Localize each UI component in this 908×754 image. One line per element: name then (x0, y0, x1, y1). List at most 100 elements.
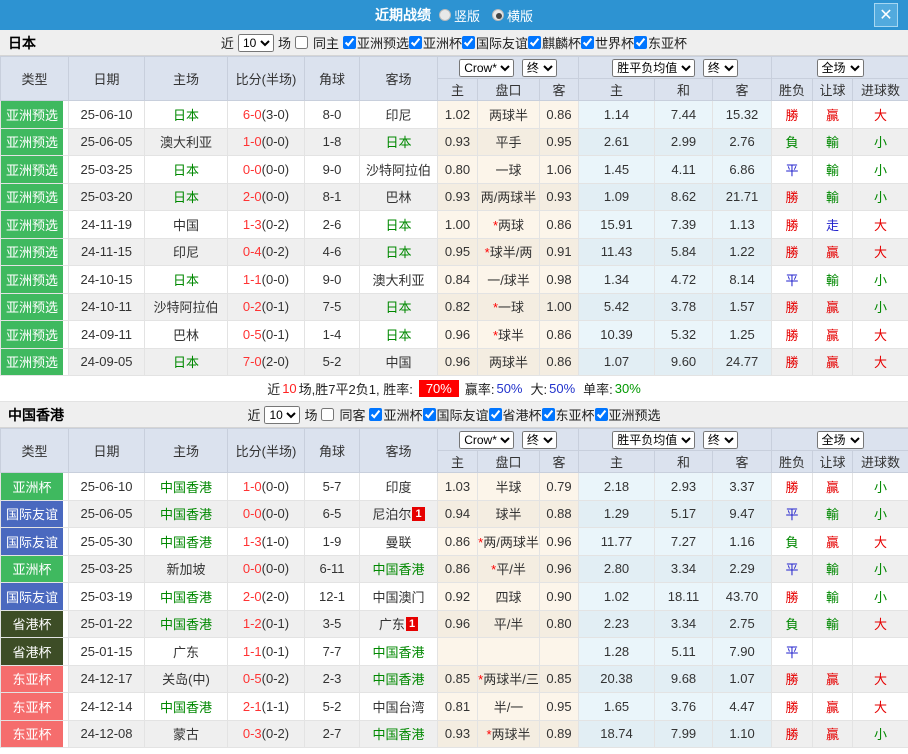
col-corner: 角球 (304, 428, 360, 473)
home-team: 日本 (144, 155, 228, 184)
league-filter[interactable]: 东亚杯 (634, 33, 687, 52)
avg-draw: 3.76 (654, 692, 714, 721)
col-odds-home: 主 (437, 450, 478, 473)
avg-away: 1.57 (712, 292, 773, 321)
result-handicap: 輸 (812, 609, 854, 638)
match-row: 省港杯 25-01-15 广东 1-1(0-1) 7-7 中国香港 1.28 5.11 7.90… (0, 637, 908, 666)
match-date: 25-06-10 (68, 100, 145, 129)
league-label: 世界杯 (595, 36, 635, 51)
league-checkbox[interactable] (462, 36, 475, 49)
result-wdl: 勝 (771, 692, 814, 721)
avg-home: 20.38 (578, 664, 656, 693)
odds-home: 0.92 (437, 582, 478, 611)
avg-home: 2.23 (578, 609, 656, 638)
result-goals: 小 (852, 582, 908, 611)
corner-score: 7-5 (304, 292, 360, 321)
league-filter[interactable]: 亚洲杯 (408, 33, 462, 52)
league-filter[interactable]: 亚洲预选 (342, 33, 409, 52)
odds-final-select[interactable]: 终 (521, 430, 557, 449)
col-home: 主场 (144, 56, 228, 101)
result-wdl: 勝 (771, 182, 814, 211)
avg-home: 2.18 (578, 472, 656, 501)
result-handicap: 贏 (812, 100, 854, 129)
league-checkbox[interactable] (488, 408, 502, 421)
avg-away: 1.13 (712, 210, 773, 239)
odds-home: 0.93 (437, 719, 478, 748)
away-team: 日本 (359, 320, 438, 349)
away-team: 印尼 (359, 100, 438, 129)
league-filter[interactable]: 亚洲预选 (594, 405, 661, 424)
odds-home: 0.96 (437, 347, 478, 376)
match-row: 亚洲杯 25-03-25 新加坡 0-0(0-0) 6-11 中国香港 0.86 *平/半 0.… (0, 554, 908, 583)
result-goals: 小 (852, 499, 908, 528)
competition-badge: 亚洲预选 (0, 265, 69, 294)
avg-final-select[interactable]: 终 (702, 58, 738, 77)
odds-away: 0.86 (539, 347, 580, 376)
result-wdl: 勝 (771, 719, 814, 748)
league-checkbox[interactable] (528, 36, 542, 49)
league-filter[interactable]: 国际友谊 (422, 405, 489, 424)
league-checkbox[interactable] (422, 408, 436, 421)
near-count-select[interactable]: 10 (237, 33, 274, 52)
vertical-layout-radio[interactable]: 竖版 (438, 6, 480, 25)
league-checkbox[interactable] (541, 408, 555, 421)
competition-badge: 亚洲预选 (0, 320, 69, 349)
col-handicap: 盘口 (477, 450, 540, 473)
scope-select[interactable]: 全场 (816, 430, 864, 449)
league-checkbox[interactable] (634, 36, 648, 49)
avg-home: 10.39 (578, 320, 656, 349)
corner-score: 6-11 (304, 554, 360, 583)
avg-final-select[interactable]: 终 (702, 430, 738, 449)
avg-home: 1.28 (578, 637, 656, 666)
col-type: 类型 (0, 428, 69, 473)
vertical-layout-label: 竖版 (453, 8, 480, 24)
layout-radio-group: 竖版 横版 (438, 6, 533, 25)
league-checkbox[interactable] (369, 408, 383, 421)
horizontal-layout-radio[interactable]: 横版 (492, 6, 533, 25)
league-checkbox[interactable] (342, 36, 356, 49)
match-score: 1-2(0-1) (227, 609, 305, 638)
odds-final-select[interactable]: 终 (521, 58, 557, 77)
col-goals-result: 进球数 (852, 78, 908, 101)
result-goals: 大 (852, 100, 908, 129)
match-score: 1-1(0-0) (227, 265, 305, 294)
league-checkbox[interactable] (408, 36, 422, 49)
same-home-checkbox[interactable] (294, 36, 308, 49)
league-checkbox[interactable] (581, 36, 595, 49)
odds-provider-select[interactable]: Crow* (459, 58, 515, 77)
league-filter[interactable]: 世界杯 (581, 33, 634, 52)
competition-badge: 国际友谊 (0, 499, 69, 528)
avg-type-select[interactable]: 胜平负均值 (612, 58, 696, 77)
col-home: 主场 (144, 428, 228, 473)
result-handicap: 輸 (812, 265, 854, 294)
near-count-select[interactable]: 10 (264, 405, 301, 424)
col-avg-home: 主 (578, 450, 656, 473)
league-filter[interactable]: 亚洲杯 (369, 405, 423, 424)
filters-hongkong: 近 10 场 同客 亚洲杯 国际友谊 省港杯 东亚杯 亚洲预选 (247, 405, 661, 424)
result-handicap: 輸 (812, 554, 854, 583)
league-filter[interactable]: 东亚杯 (541, 405, 595, 424)
match-row: 亚洲预选 25-06-10 日本 6-0(3-0) 8-0 印尼 1.02 两球半 0.86 1.… (0, 100, 908, 129)
corner-score: 2-3 (304, 664, 360, 693)
league-filter[interactable]: 国际友谊 (462, 33, 528, 52)
avg-header: 胜平负均值 终 (578, 56, 773, 79)
odds-provider-header: Crow* 终 (436, 56, 580, 79)
avg-type-select[interactable]: 胜平负均值 (612, 430, 696, 449)
away-team: 澳大利亚 (359, 265, 438, 294)
corner-score: 5-7 (304, 472, 360, 501)
away-team: 沙特阿拉伯 (359, 155, 438, 184)
result-wdl: 勝 (771, 100, 814, 129)
corner-score: 9-0 (304, 265, 360, 294)
same-away-checkbox[interactable] (321, 408, 335, 421)
odds-provider-select[interactable]: Crow* (459, 430, 515, 449)
close-button[interactable]: ✕ (874, 3, 898, 27)
corner-score: 2-6 (304, 210, 360, 239)
league-filter[interactable]: 省港杯 (488, 405, 542, 424)
league-checkbox[interactable] (594, 408, 608, 421)
odds-home: 1.02 (437, 100, 478, 129)
league-filter[interactable]: 麒麟杯 (528, 33, 581, 52)
avg-header: 胜平负均值 终 (578, 428, 773, 451)
scope-select[interactable]: 全场 (816, 58, 864, 77)
match-date: 25-03-25 (68, 155, 145, 184)
match-score: 0-2(0-1) (227, 292, 305, 321)
